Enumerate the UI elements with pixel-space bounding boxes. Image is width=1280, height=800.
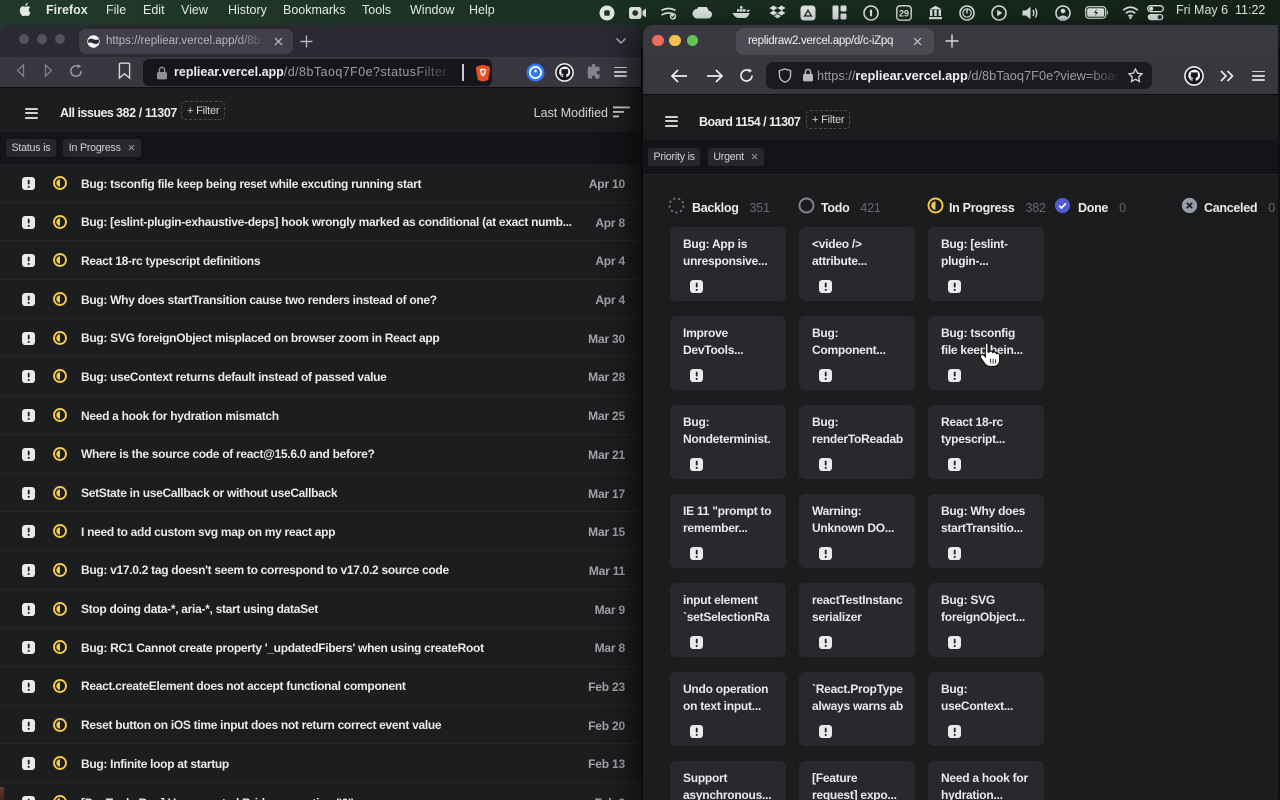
svg-text:29: 29 [899,8,909,18]
